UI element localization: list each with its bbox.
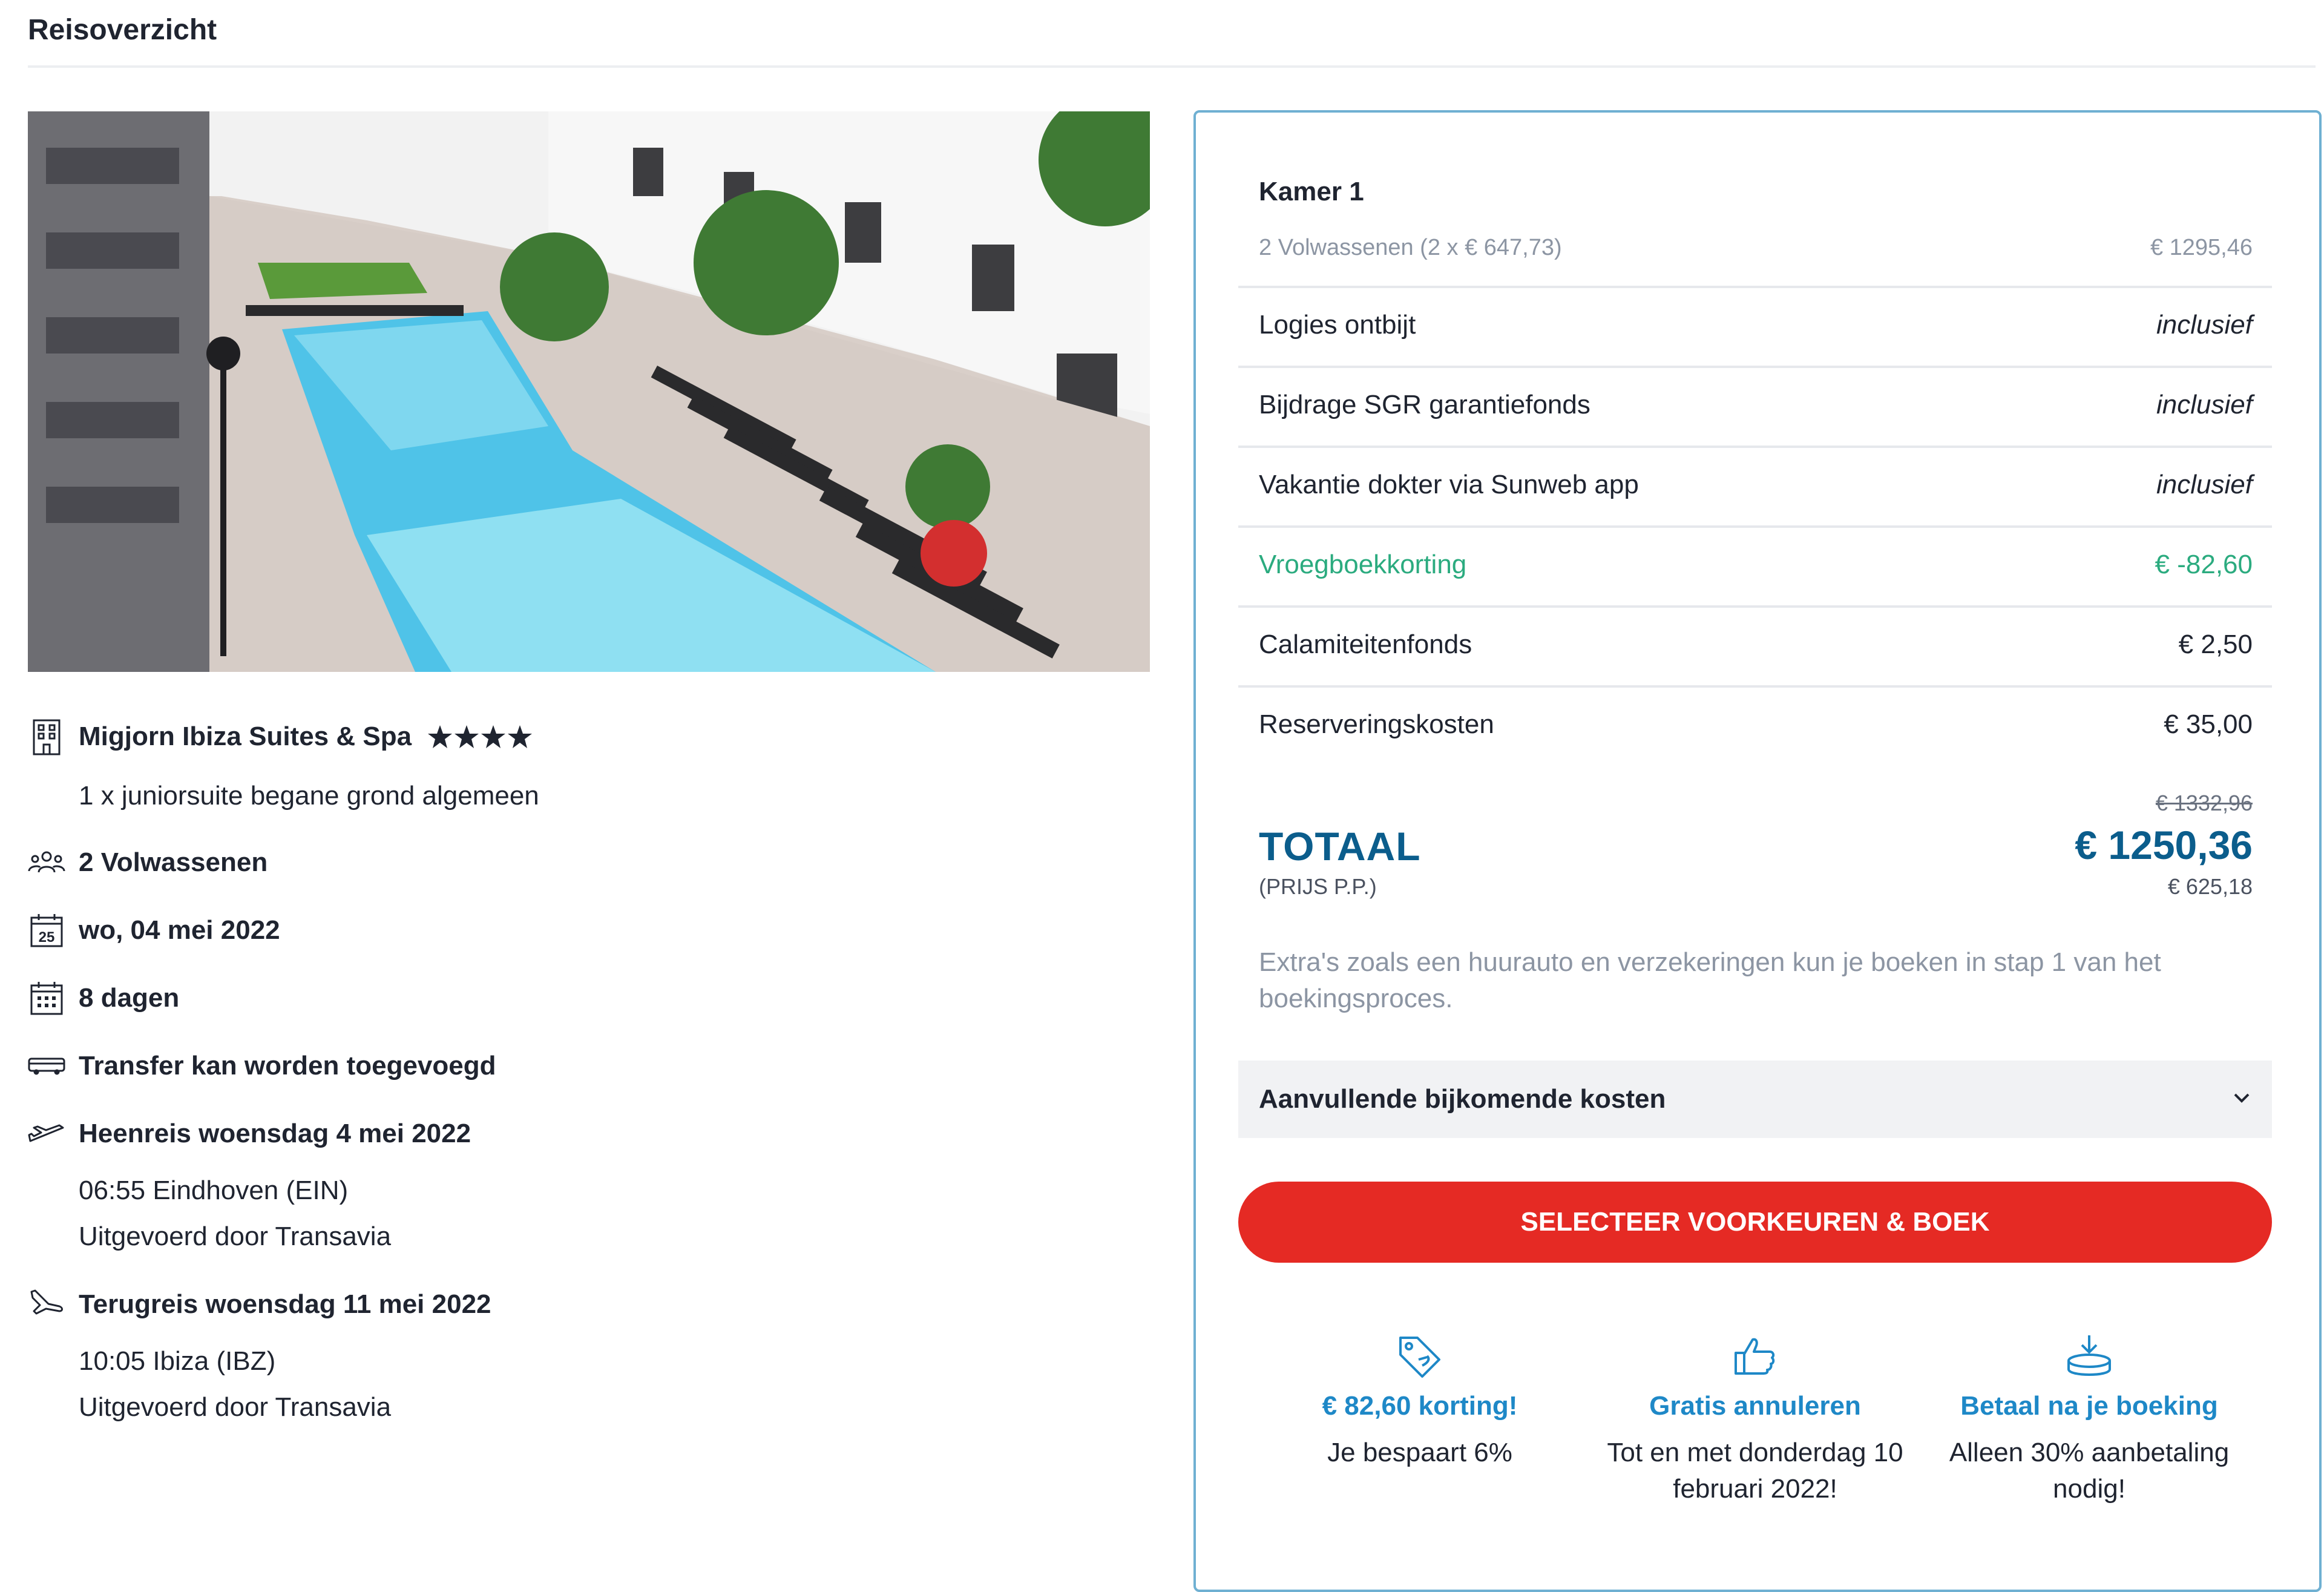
usp-title: Gratis annuleren xyxy=(1649,1391,1861,1421)
outbound-departure: 06:55 Eindhoven (EIN) xyxy=(79,1176,349,1205)
price-line-label: Reserveringskosten xyxy=(1259,709,1494,739)
duration-row: 8 dagen xyxy=(28,979,179,1017)
star-icon xyxy=(428,725,453,748)
hotel-photo xyxy=(28,111,1150,672)
plane-departure-icon xyxy=(28,1115,65,1153)
usp-text: Je bespaart 6% xyxy=(1327,1438,1512,1467)
usp-title: € 82,60 korting! xyxy=(1322,1391,1518,1421)
divider xyxy=(1238,446,2272,448)
divider xyxy=(1238,366,2272,368)
star-icon xyxy=(455,725,479,748)
extras-note: Extra's zoals een huurauto en verzekerin… xyxy=(1259,947,2161,1013)
price-line-value: inclusief xyxy=(2156,390,2253,419)
discount-value: € -82,60 xyxy=(2155,550,2253,579)
outbound-title: Heenreis woensdag 4 mei 2022 xyxy=(79,1119,471,1148)
per-person-price: € 625,18 xyxy=(2167,874,2253,899)
star-icon xyxy=(508,725,533,748)
calendar-date-icon: 25 xyxy=(28,912,65,949)
hotel-star-rating xyxy=(427,723,558,751)
price-line-label: Vakantie dokter via Sunweb app xyxy=(1259,470,1639,499)
price-line-label: Logies ontbijt xyxy=(1259,310,1416,340)
discount-label: Vroegboekkorting xyxy=(1259,550,1467,579)
total-label: TOTAAL xyxy=(1259,824,1421,869)
price-tag-icon xyxy=(1250,1332,1589,1380)
travellers-row: 2 Volwassenen xyxy=(28,844,268,881)
return-carrier: Uitgevoerd door Transavia xyxy=(79,1392,392,1422)
plane-arrival-icon xyxy=(28,1286,65,1323)
divider xyxy=(1238,525,2272,528)
price-line-value: inclusief xyxy=(2156,310,2253,340)
divider xyxy=(1238,605,2272,608)
room-title: Kamer 1 xyxy=(1259,177,1364,206)
svg-text:25: 25 xyxy=(39,929,55,946)
outbound-carrier: Uitgevoerd door Transavia xyxy=(79,1222,392,1251)
date-row: 25 wo, 04 mei 2022 xyxy=(28,912,280,949)
return-departure: 10:05 Ibiza (IBZ) xyxy=(79,1346,276,1376)
price-line-label: Bijdrage SGR garantiefonds xyxy=(1259,390,1590,419)
room-price: € 1295,46 xyxy=(2150,235,2253,260)
transfer-row: Transfer kan worden toegevoegd xyxy=(28,1047,496,1085)
thumbs-up-icon xyxy=(1586,1332,1925,1380)
total-price: € 1250,36 xyxy=(2075,823,2253,867)
accordion-label: Aanvullende bijkomende kosten xyxy=(1259,1084,1666,1114)
additional-costs-accordion[interactable]: Aanvullende bijkomende kosten xyxy=(1238,1061,2272,1138)
divider xyxy=(1238,685,2272,688)
usp-discount: € 82,60 korting! Je bespaart 6% xyxy=(1250,1332,1589,1471)
page-title: Reisoverzicht xyxy=(28,14,217,46)
usp-text: Tot en met donderdag 10 februari 2022! xyxy=(1607,1438,1903,1504)
chevron-down-icon[interactable] xyxy=(2233,1093,2250,1107)
usp-title: Betaal na je boeking xyxy=(1960,1391,2218,1421)
room-type: 1 x juniorsuite begane grond algemeen xyxy=(79,781,539,811)
room-detail: 2 Volwassenen (2 x € 647,73) xyxy=(1259,235,1562,260)
price-line-value: inclusief xyxy=(2156,470,2253,499)
travellers-count: 2 Volwassenen xyxy=(79,847,268,877)
return-flight-row: Terugreis woensdag 11 mei 2022 xyxy=(28,1286,491,1323)
bus-icon xyxy=(28,1047,65,1085)
hotel-row: Migjorn Ibiza Suites & Spa xyxy=(28,718,558,755)
usp-free-cancellation: Gratis annuleren Tot en met donderdag 10… xyxy=(1586,1332,1925,1507)
per-person-label: (PRIJS P.P.) xyxy=(1259,874,1377,899)
header-divider xyxy=(28,65,2316,68)
transfer-info: Transfer kan worden toegevoegd xyxy=(79,1051,496,1081)
people-icon xyxy=(28,844,65,881)
original-total: € 1332,96 xyxy=(2155,791,2253,815)
price-line-value: € 2,50 xyxy=(2178,630,2253,659)
select-preferences-book-button[interactable]: SELECTEER VOORKEUREN & BOEK xyxy=(1238,1182,2272,1263)
half-star-icon xyxy=(534,725,547,748)
price-line-label: Calamiteitenfonds xyxy=(1259,630,1472,659)
usp-pay-later: Betaal na je boeking Alleen 30% aanbetal… xyxy=(1920,1332,2259,1507)
calendar-grid-icon xyxy=(28,979,65,1017)
usp-text: Alleen 30% aanbetaling nodig! xyxy=(1949,1438,2230,1504)
star-icon xyxy=(481,725,506,748)
departure-date: wo, 04 mei 2022 xyxy=(79,915,280,945)
divider xyxy=(1238,286,2272,288)
return-title: Terugreis woensdag 11 mei 2022 xyxy=(79,1289,491,1319)
hotel-building-icon xyxy=(28,718,65,755)
hotel-name[interactable]: Migjorn Ibiza Suites & Spa xyxy=(79,722,412,752)
trip-duration: 8 dagen xyxy=(79,983,180,1013)
outbound-flight-row: Heenreis woensdag 4 mei 2022 xyxy=(28,1115,471,1153)
price-line-value: € 35,00 xyxy=(2164,709,2253,739)
payment-download-icon xyxy=(1920,1332,2259,1380)
